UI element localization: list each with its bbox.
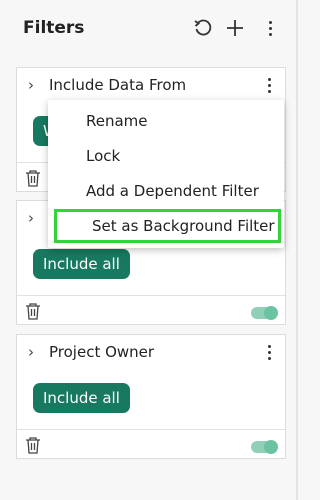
panel-divider — [296, 0, 298, 500]
menu-item-set-background-filter[interactable]: Set as Background Filter — [54, 209, 281, 243]
card-footer — [17, 429, 285, 460]
add-icon[interactable] — [222, 15, 248, 41]
chevron-right-icon[interactable]: › — [28, 209, 34, 227]
menu-item-lock[interactable]: Lock — [48, 139, 284, 173]
menu-item-rename[interactable]: Rename — [48, 104, 284, 138]
filters-header: Filters — [0, 0, 296, 58]
panel-title: Filters — [23, 18, 85, 38]
include-all-button[interactable]: Include all — [33, 249, 130, 279]
chevron-right-icon[interactable]: › — [28, 343, 34, 361]
chevron-right-icon[interactable]: › — [28, 76, 34, 94]
include-all-button[interactable]: Include all — [33, 383, 130, 413]
filter-card-project-owner: › Project Owner Include all — [16, 334, 286, 459]
filter-title: Project Owner — [49, 343, 155, 361]
more-vertical-icon[interactable] — [257, 15, 283, 41]
filter-toggle[interactable] — [251, 440, 278, 454]
filter-toggle[interactable] — [251, 306, 278, 320]
trash-icon[interactable] — [25, 303, 41, 324]
card-menu-icon[interactable] — [263, 74, 275, 96]
trash-icon[interactable] — [25, 170, 41, 191]
trash-icon[interactable] — [25, 437, 41, 458]
context-menu: Rename Lock Add a Dependent Filter Set a… — [48, 100, 284, 248]
menu-item-add-dependent-filter[interactable]: Add a Dependent Filter — [48, 174, 284, 208]
card-footer — [17, 295, 285, 326]
card-header[interactable]: › Include Data From — [17, 68, 285, 102]
reset-icon[interactable] — [190, 15, 216, 41]
card-header[interactable]: › Project Owner — [17, 335, 285, 369]
card-menu-icon[interactable] — [263, 341, 275, 363]
filter-title: Include Data From — [49, 76, 187, 94]
